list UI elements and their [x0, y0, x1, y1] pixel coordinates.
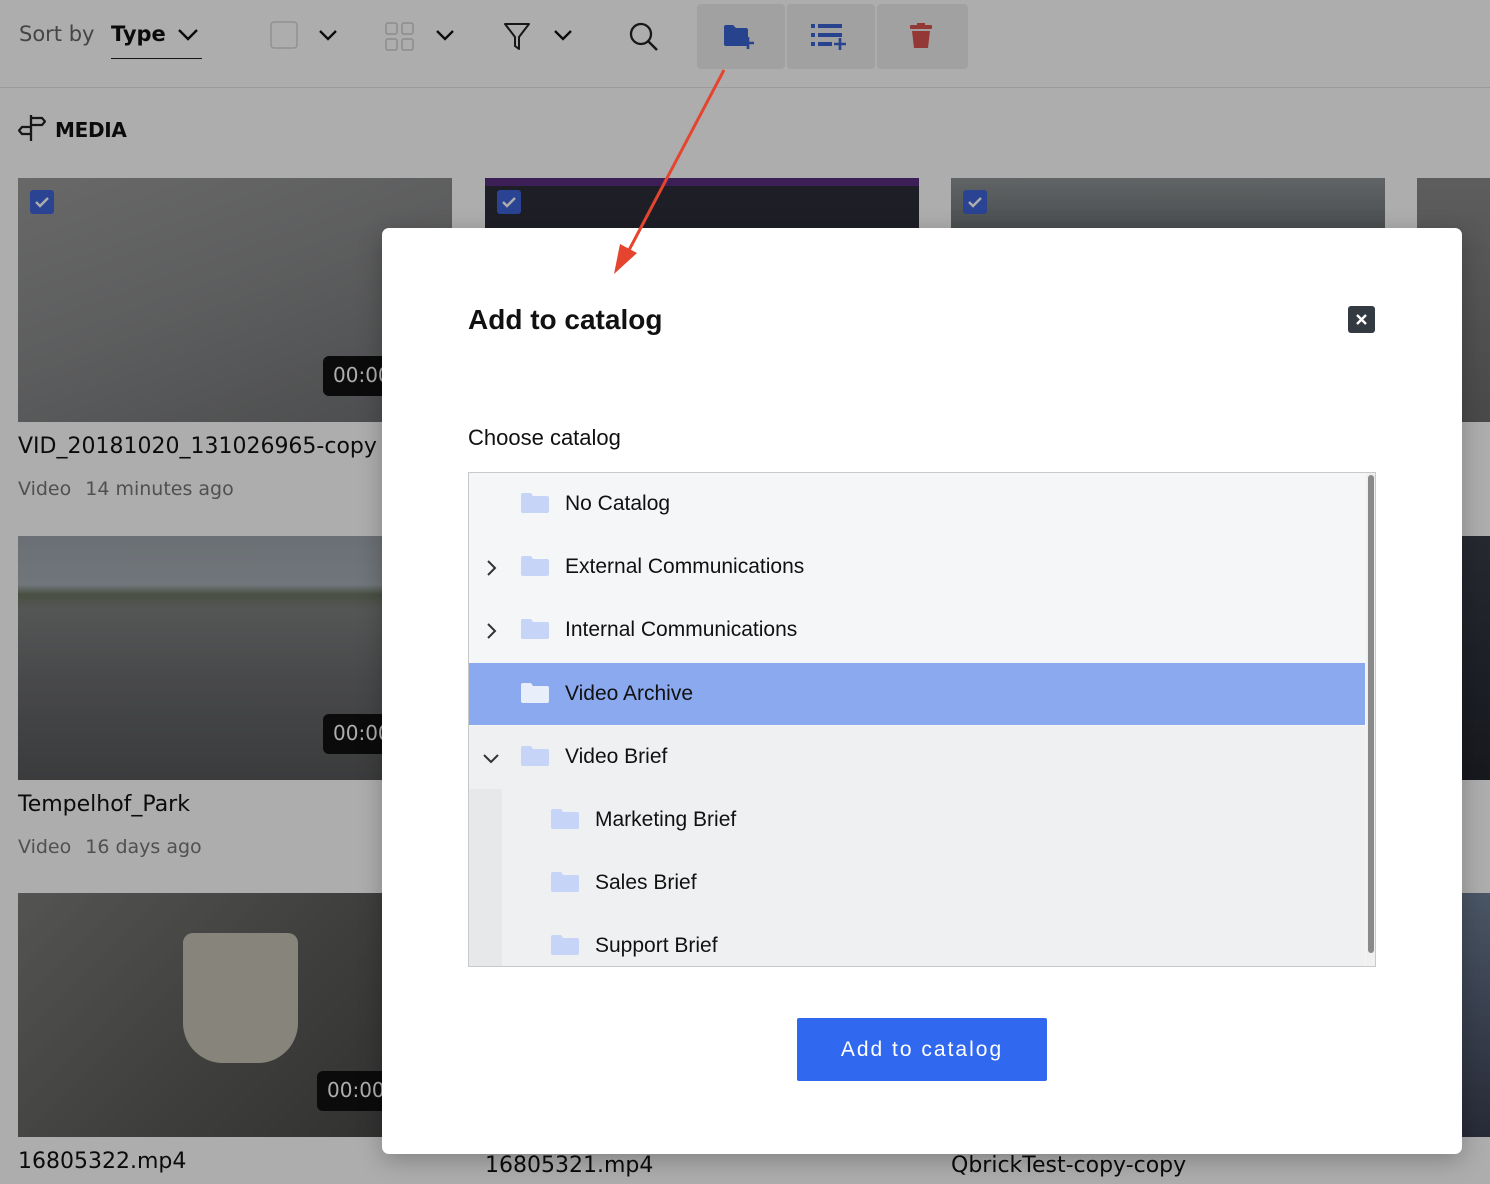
catalog-item-label: Support Brief	[595, 934, 718, 957]
close-icon	[1356, 314, 1367, 325]
folder-icon	[521, 683, 549, 703]
add-to-catalog-submit-button[interactable]: Add to catalog	[797, 1018, 1047, 1081]
close-button[interactable]	[1348, 306, 1375, 333]
folder-icon	[521, 556, 549, 576]
catalog-item-no-catalog[interactable]: No Catalog	[469, 473, 1365, 536]
folder-icon	[521, 619, 549, 639]
catalog-tree[interactable]: No Catalog External Communications Inter…	[468, 472, 1376, 967]
catalog-item-sales-brief[interactable]: Sales Brief	[469, 852, 1365, 915]
catalog-item-label: Video Archive	[565, 682, 694, 705]
catalog-item-label: Sales Brief	[595, 871, 697, 894]
chevron-right-icon[interactable]	[485, 623, 499, 639]
folder-icon	[521, 493, 549, 513]
catalog-item-label: Marketing Brief	[595, 808, 737, 831]
catalog-item-marketing-brief[interactable]: Marketing Brief	[469, 789, 1365, 852]
folder-icon	[551, 935, 579, 955]
scrollbar-thumb[interactable]	[1368, 475, 1374, 953]
catalog-item-label: External Communications	[565, 555, 805, 578]
catalog-item-internal-communications[interactable]: Internal Communications	[469, 599, 1365, 662]
catalog-item-label: Video Brief	[565, 745, 668, 768]
folder-icon	[551, 872, 579, 892]
folder-icon	[551, 809, 579, 829]
catalog-item-video-archive[interactable]: Video Archive	[469, 663, 1365, 725]
catalog-item-external-communications[interactable]: External Communications	[469, 536, 1365, 599]
choose-catalog-label: Choose catalog	[468, 425, 621, 450]
dialog-title: Add to catalog	[468, 304, 663, 335]
catalog-item-video-brief[interactable]: Video Brief	[469, 726, 1365, 789]
chevron-down-icon[interactable]	[483, 753, 499, 765]
folder-icon	[521, 746, 549, 766]
add-to-catalog-dialog: Add to catalog Choose catalog No Catalog…	[382, 228, 1462, 1154]
catalog-item-support-brief[interactable]: Support Brief	[469, 915, 1365, 966]
tree-scrollbar[interactable]	[1366, 473, 1375, 966]
catalog-item-label: No Catalog	[565, 492, 671, 515]
chevron-right-icon[interactable]	[485, 560, 499, 576]
catalog-item-label: Internal Communications	[565, 618, 798, 641]
